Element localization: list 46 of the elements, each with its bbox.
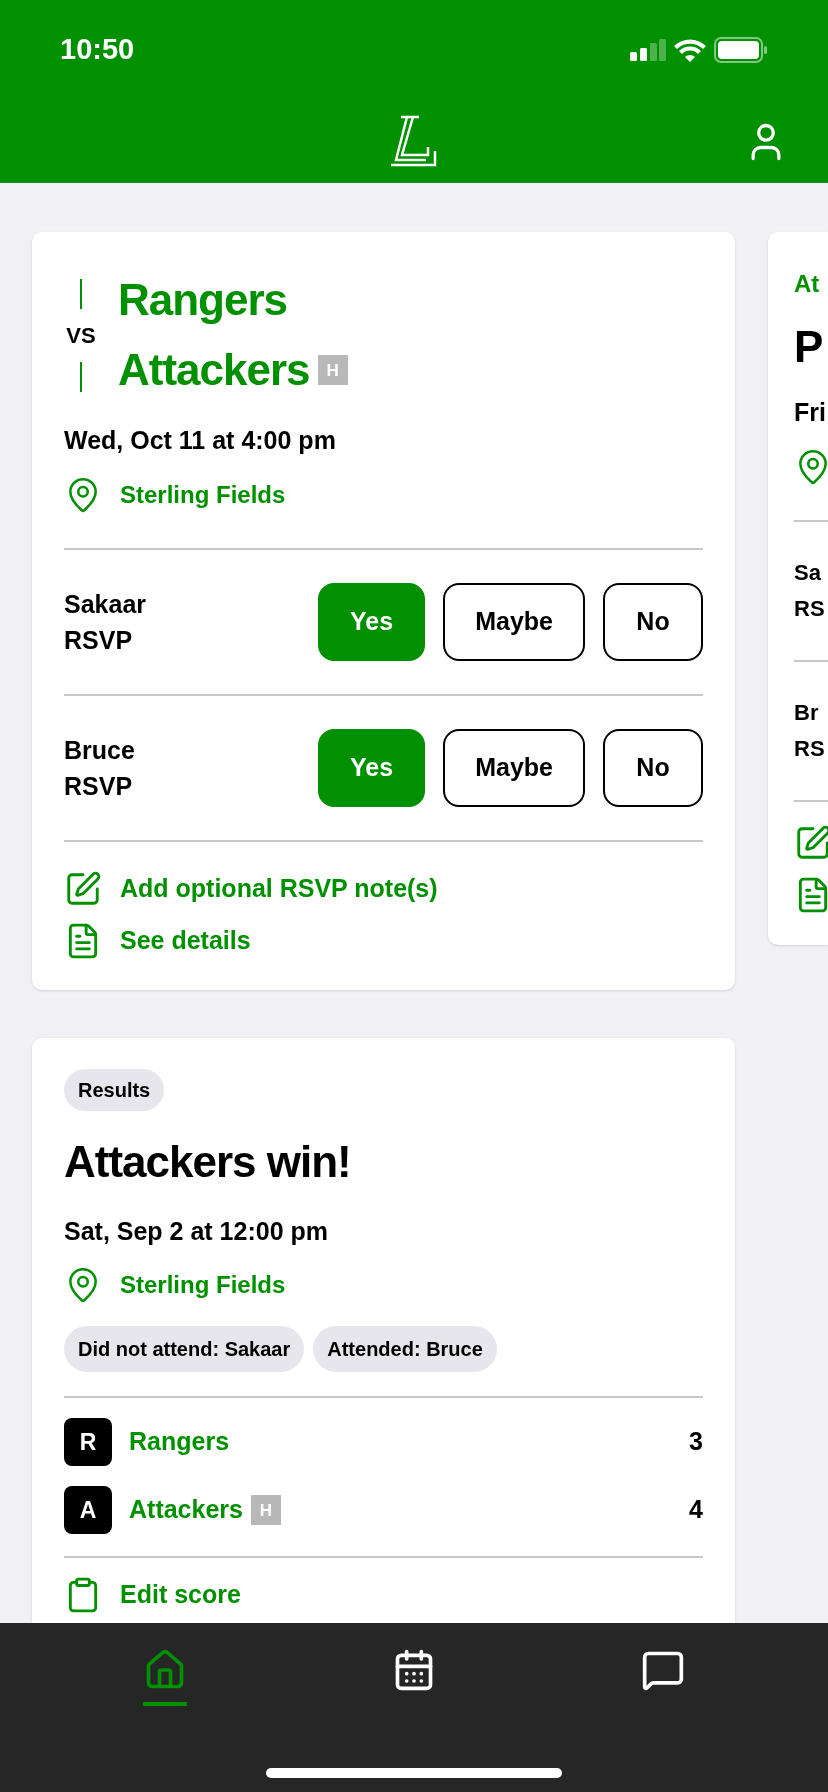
team-name[interactable]: Rangers — [129, 1423, 230, 1461]
player-name: Br — [794, 698, 820, 727]
signal-icon — [630, 39, 666, 61]
game-title: P — [794, 321, 825, 373]
home-tag: H — [317, 355, 348, 385]
wifi-icon — [674, 38, 706, 62]
player-name: Sa — [794, 558, 822, 587]
rsvp-option[interactable]: No — [603, 582, 703, 661]
game-datetime: Fri — [794, 397, 827, 428]
versus-label: VS — [66, 321, 96, 350]
attendance-chip: Attended: Bruce — [313, 1326, 497, 1372]
team-name[interactable]: Attackers — [129, 1491, 243, 1529]
team-score: 3 — [689, 1426, 703, 1458]
game-datetime: Sat, Sep 2 at 12:00 pm — [64, 1215, 329, 1247]
team-avatar: A — [64, 1486, 112, 1534]
status-time: 10:50 — [60, 32, 135, 68]
location-link[interactable]: Sterling Fields — [120, 476, 286, 513]
attendance-chip: Did not attend: Sakaar — [64, 1326, 305, 1372]
rsvp-option[interactable]: Yes — [318, 582, 426, 661]
edit-note-icon[interactable] — [794, 823, 828, 862]
rsvp-label: RS — [794, 594, 826, 623]
rsvp-label: RSVP — [64, 624, 134, 656]
team-name[interactable]: Rangers — [118, 270, 288, 330]
battery-icon — [714, 37, 768, 63]
logo-icon — [391, 114, 437, 169]
edit-score-link[interactable]: Edit score — [120, 1576, 241, 1614]
team-score: 4 — [689, 1494, 703, 1526]
rsvp-option[interactable]: Maybe — [443, 582, 585, 661]
rsvp-label: RSVP — [64, 770, 134, 802]
player-name: Sakaar — [64, 588, 147, 620]
results-badge: Results — [64, 1068, 165, 1111]
location-link[interactable]: Sterling Fields — [120, 1267, 286, 1303]
rsvp-option[interactable]: No — [603, 728, 703, 807]
card-link[interactable]: Add optional RSVP note(s) — [120, 869, 438, 908]
result-title: Attackers win! — [64, 1135, 352, 1188]
card-link[interactable]: See details — [120, 921, 251, 960]
team-avatar: R — [64, 1418, 112, 1466]
game-datetime: Wed, Oct 11 at 4:00 pm — [64, 425, 337, 456]
player-name: Bruce — [64, 734, 135, 766]
home-tag: H — [250, 1495, 281, 1525]
rsvp-option[interactable]: Yes — [318, 728, 426, 807]
team-name: At — [794, 269, 821, 299]
edit-note-icon — [64, 869, 102, 908]
rsvp-option[interactable]: Maybe — [443, 728, 585, 807]
team-name[interactable]: Attackers — [118, 340, 310, 400]
rsvp-label: RS — [794, 734, 826, 763]
